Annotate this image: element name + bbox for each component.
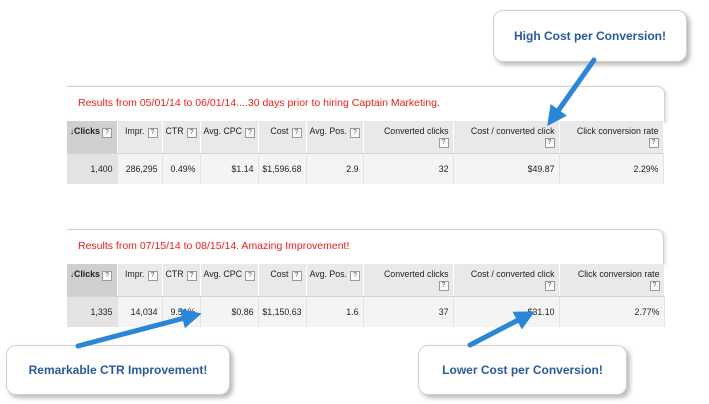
column-header-click-conversion-rate[interactable]: Click conversion rate? [559, 264, 665, 297]
cell-converted-clicks: 32 [363, 153, 454, 184]
cell-cost-per-converted-click: $49.87 [453, 153, 560, 184]
column-label-cost: Cost [270, 269, 289, 279]
help-icon[interactable]: ? [438, 281, 449, 291]
column-header-converted-clicks[interactable]: Converted clicks? [363, 121, 454, 154]
column-label-avg-pos: Avg. Pos. [309, 126, 348, 136]
period2-data-row: 1,335 14,034 9.51% $0.86 $1,150.63 1.6 3… [67, 296, 665, 327]
cell-converted-clicks: 37 [363, 296, 454, 327]
help-icon[interactable]: ? [350, 128, 360, 138]
period2-header-row: ↓Clicks? Impr.? CTR? Avg. CPC? Cost? Avg… [67, 264, 665, 297]
period1-table: ↓Clicks? Impr.? CTR? Avg. CPC? Cost? Avg… [67, 121, 664, 184]
help-icon[interactable]: ? [101, 271, 112, 281]
period1-data-row: 1,400 286,295 0.49% $1.14 $1,596.68 2.9 … [67, 153, 664, 184]
help-icon[interactable]: ? [291, 128, 302, 138]
help-icon[interactable]: ? [544, 281, 555, 291]
help-icon[interactable]: ? [147, 128, 158, 138]
column-header-ctr[interactable]: CTR? [162, 264, 201, 297]
help-icon[interactable]: ? [649, 281, 660, 291]
cell-impr: 286,295 [117, 153, 163, 184]
cell-clicks: 1,400 [67, 153, 118, 184]
column-label-clicks: Clicks [74, 269, 100, 279]
help-icon[interactable]: ? [350, 271, 360, 281]
column-label-cost-per-converted-click: Cost / converted click [470, 269, 555, 279]
help-icon[interactable]: ? [291, 271, 302, 281]
cell-click-conversion-rate: 2.29% [559, 153, 664, 184]
cell-ctr: 0.49% [162, 153, 201, 184]
help-icon[interactable]: ? [438, 138, 449, 148]
callout-lower-cost-text: Lower Cost per Conversion! [442, 363, 603, 377]
cell-ctr: 9.51% [162, 296, 201, 327]
column-header-avg-pos[interactable]: Avg. Pos.? [306, 121, 364, 154]
cell-cost: $1,596.68 [258, 153, 307, 184]
period2-title: Results from 07/15/14 to 08/15/14. Amazi… [78, 240, 350, 252]
column-header-cost-per-converted-click[interactable]: Cost / converted click? [453, 121, 560, 154]
column-label-impr: Impr. [124, 269, 145, 279]
column-label-converted-clicks: Converted clicks [383, 269, 449, 279]
help-icon[interactable]: ? [186, 128, 197, 138]
column-header-ctr[interactable]: CTR? [162, 121, 201, 154]
period2-header-panel: Results from 07/15/14 to 08/15/14. Amazi… [67, 229, 664, 265]
callout-ctr-improvement: Remarkable CTR Improvement! [6, 345, 230, 395]
column-label-avg-pos: Avg. Pos. [309, 269, 348, 279]
column-label-ctr: CTR [165, 126, 184, 136]
column-label-click-conversion-rate: Click conversion rate [577, 269, 660, 279]
column-header-avg-cpc[interactable]: Avg. CPC? [200, 264, 259, 297]
cell-click-conversion-rate: 2.77% [559, 296, 665, 327]
column-header-avg-cpc[interactable]: Avg. CPC? [200, 121, 259, 154]
column-label-impr: Impr. [124, 126, 145, 136]
cell-cost-per-converted-click: $31.10 [453, 296, 560, 327]
cell-avg-pos: 1.6 [306, 296, 364, 327]
column-label-avg-cpc: Avg. CPC [203, 126, 242, 136]
callout-lower-cost: Lower Cost per Conversion! [418, 345, 627, 395]
cell-avg-pos: 2.9 [306, 153, 364, 184]
help-icon[interactable]: ? [544, 138, 555, 148]
period1-header-row: ↓Clicks? Impr.? CTR? Avg. CPC? Cost? Avg… [67, 121, 664, 154]
cell-impr: 14,034 [117, 296, 163, 327]
callout-high-cost-text: High Cost per Conversion! [513, 29, 666, 43]
column-header-cost-per-converted-click[interactable]: Cost / converted click? [453, 264, 560, 297]
help-icon[interactable]: ? [244, 128, 255, 138]
column-header-cost[interactable]: Cost? [258, 121, 307, 154]
help-icon[interactable]: ? [147, 271, 158, 281]
callout-high-cost: High Cost per Conversion! [493, 10, 687, 62]
column-label-click-conversion-rate: Click conversion rate [576, 126, 659, 136]
column-header-clicks[interactable]: ↓Clicks? [67, 264, 118, 297]
column-header-clicks[interactable]: ↓Clicks? [67, 121, 118, 154]
column-label-clicks: Clicks [74, 126, 100, 136]
period2-table: ↓Clicks? Impr.? CTR? Avg. CPC? Cost? Avg… [67, 264, 665, 327]
column-label-cost-per-converted-click: Cost / converted click [470, 126, 555, 136]
column-label-ctr: CTR [165, 269, 184, 279]
column-header-click-conversion-rate[interactable]: Click conversion rate? [559, 121, 664, 154]
period1-title: Results from 05/01/14 to 06/01/14....30 … [78, 97, 440, 109]
cell-clicks: 1,335 [67, 296, 118, 327]
column-header-cost[interactable]: Cost? [258, 264, 307, 297]
period1-header-panel: Results from 05/01/14 to 06/01/14....30 … [67, 86, 665, 122]
help-icon[interactable]: ? [244, 271, 255, 281]
help-icon[interactable]: ? [186, 271, 197, 281]
column-label-cost: Cost [270, 126, 289, 136]
column-header-impr[interactable]: Impr.? [117, 121, 163, 154]
callout-ctr-improvement-text: Remarkable CTR Improvement! [28, 363, 208, 377]
column-header-impr[interactable]: Impr.? [117, 264, 163, 297]
column-label-converted-clicks: Converted clicks [383, 126, 449, 136]
cell-cost: $1,150.63 [258, 296, 307, 327]
cell-avg-cpc: $0.86 [200, 296, 259, 327]
help-icon[interactable]: ? [101, 128, 112, 138]
help-icon[interactable]: ? [648, 138, 659, 148]
cell-avg-cpc: $1.14 [200, 153, 259, 184]
column-label-avg-cpc: Avg. CPC [203, 269, 242, 279]
column-header-avg-pos[interactable]: Avg. Pos.? [306, 264, 364, 297]
column-header-converted-clicks[interactable]: Converted clicks? [363, 264, 454, 297]
